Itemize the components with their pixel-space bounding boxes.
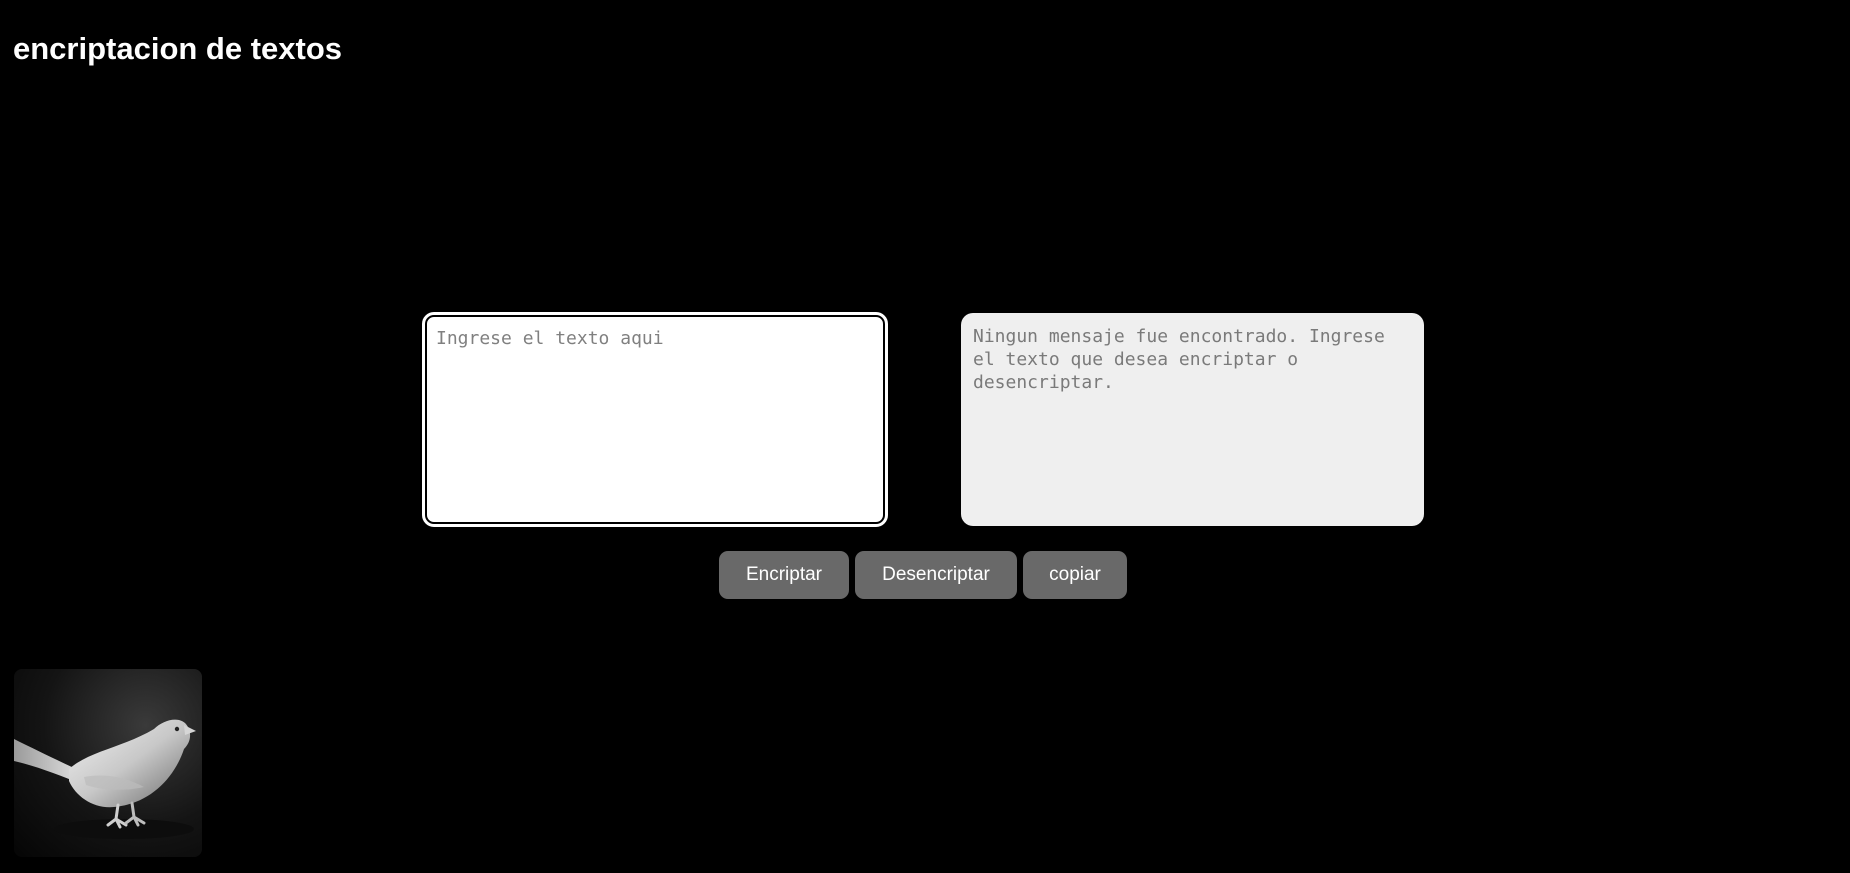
decrypt-button[interactable]: Desencriptar: [855, 551, 1017, 599]
result-output[interactable]: [961, 313, 1424, 526]
text-input[interactable]: [422, 312, 888, 527]
encrypt-button[interactable]: Encriptar: [719, 551, 849, 599]
copy-button[interactable]: copiar: [1023, 551, 1127, 599]
bird-image: [14, 669, 202, 857]
action-buttons: Encriptar Desencriptar copiar: [719, 551, 1127, 599]
page-title: encriptacion de textos: [13, 31, 343, 66]
